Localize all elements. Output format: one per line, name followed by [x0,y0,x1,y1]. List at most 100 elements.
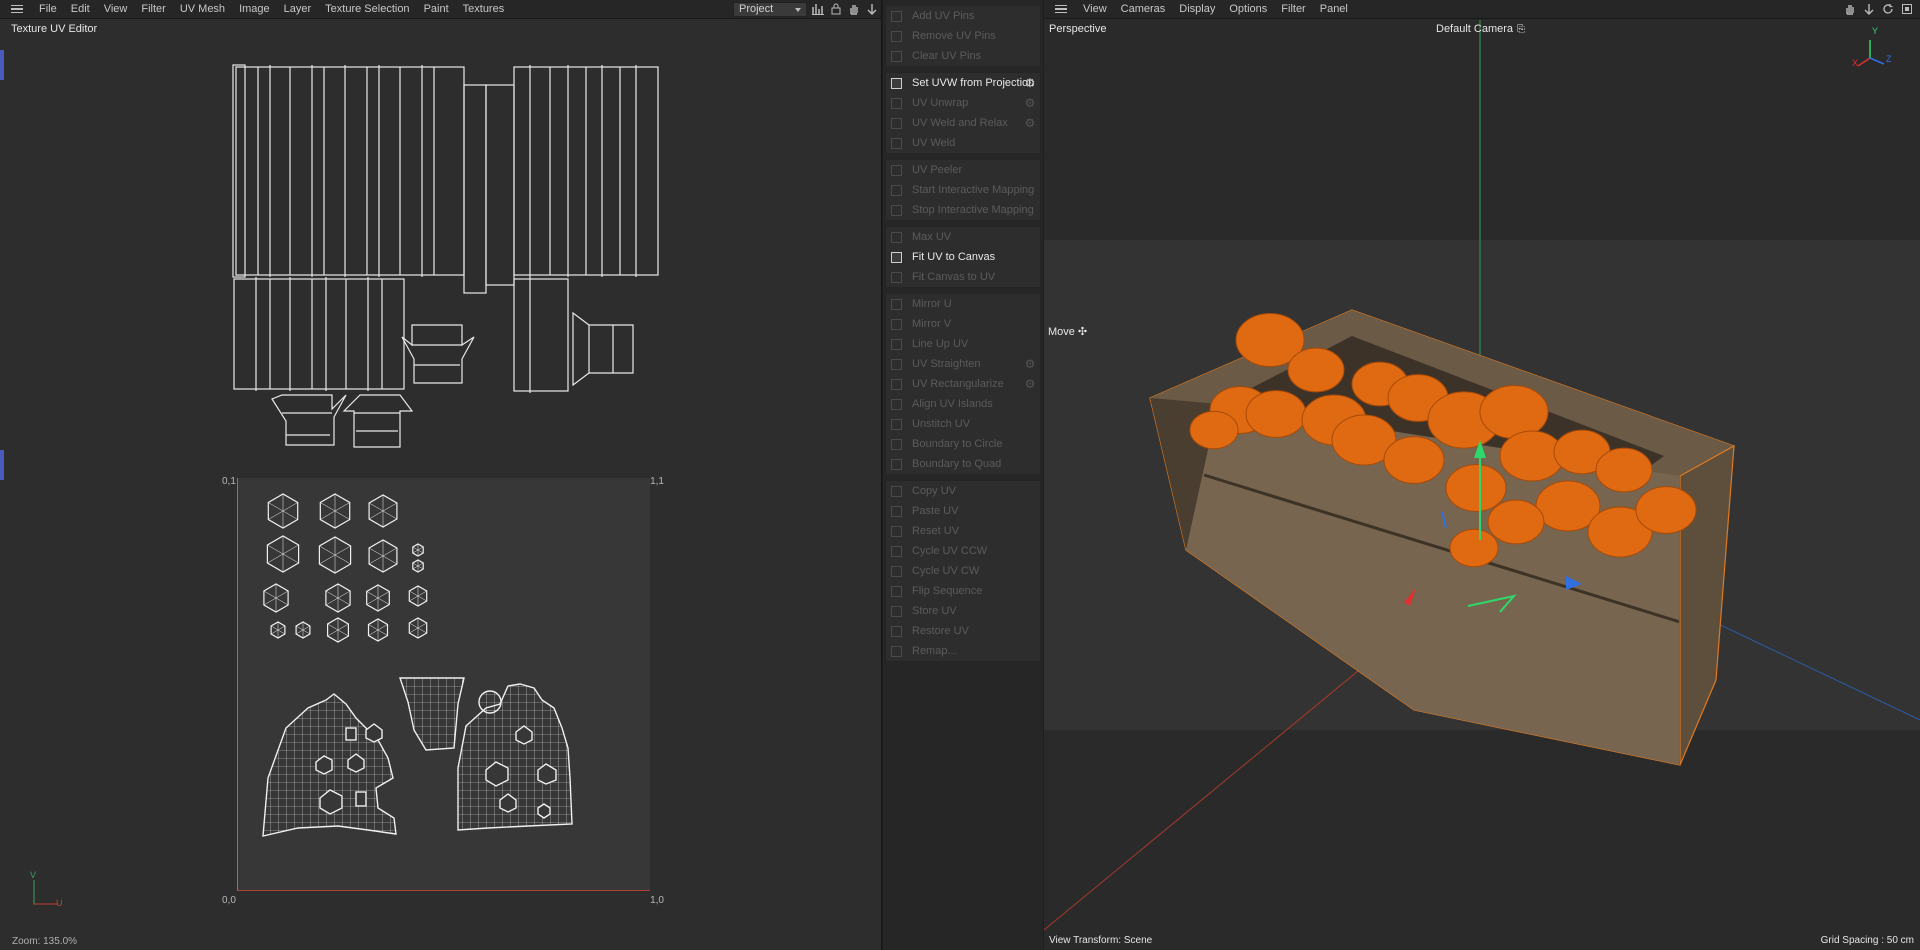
viewport-menu-display[interactable]: Display [1172,0,1222,19]
uv-island-edge [382,547,398,557]
uv-island-edge [282,544,299,555]
uv-canvas-frame[interactable]: 0,1 1,1 0,0 1,0 [222,476,664,906]
tool-icon [891,137,902,149]
viewport-mode[interactable]: Perspective [1049,23,1106,35]
hamburger-menu-icon[interactable] [1052,0,1070,19]
move-icon[interactable] [1862,2,1876,16]
gear-icon[interactable]: ⚙ [1024,358,1036,370]
fruit [1245,390,1307,438]
viewport-scene[interactable] [1044,0,1920,950]
lock-icon[interactable] [829,2,843,16]
uv-island-edge [409,622,419,629]
uv-island-edge [368,555,384,565]
tool-flip-sequence[interactable]: Flip Sequence [886,581,1040,601]
viewport-menu-panel[interactable]: Panel [1313,0,1355,19]
tool-mirror-u[interactable]: Mirror U [886,294,1040,314]
fruit [1449,528,1499,568]
viewport-panel[interactable]: View Cameras Display Options Filter Panel Per… [1044,0,1920,950]
tool-reset-uv[interactable]: Reset UV [886,521,1040,541]
tool-boundary-to-quad[interactable]: Boundary to Quad [886,454,1040,474]
viewport-menu-options[interactable]: Options [1222,0,1274,19]
tool-uv-weld[interactable]: UV Weld [886,133,1040,153]
side-tab[interactable] [0,50,4,80]
tool-copy-uv[interactable]: Copy UV [886,481,1040,501]
move-tool-icon: ✣ [1077,326,1088,338]
tool-stop-interactive-mapping[interactable]: Stop Interactive Mapping [886,200,1040,220]
grid-spacing: Grid Spacing : 50 cm [1820,935,1914,946]
tool-remap[interactable]: Remap... [886,641,1040,661]
tool-restore-uv[interactable]: Restore UV [886,621,1040,641]
tool-label: UV Weld [912,137,956,149]
tool-uv-unwrap[interactable]: UV Unwrap ⚙ [886,93,1040,113]
tool-set-uvw-from-projection[interactable]: Set UVW from Projection ⚙ [886,73,1040,93]
tool-cycle-uv-ccw[interactable]: Cycle UV CCW [886,541,1040,561]
tool-label: UV Unwrap [912,97,969,109]
tool-max-uv[interactable]: Max UV [886,227,1040,247]
menu-view[interactable]: View [97,0,135,19]
maximize-icon[interactable] [1900,2,1914,16]
zoom-status: Zoom: 135.0% [12,936,78,947]
tool-cycle-uv-cw[interactable]: Cycle UV CW [886,561,1040,581]
tool-label: Max UV [912,231,952,243]
side-tab[interactable] [0,450,4,480]
menu-uv-mesh[interactable]: UV Mesh [173,0,232,19]
menu-image[interactable]: Image [232,0,277,19]
tool-unstitch-uv[interactable]: Unstitch UV [886,414,1040,434]
camera-selector[interactable]: Default Camera ⎘ [1436,23,1525,35]
hamburger-menu-icon[interactable] [8,0,26,19]
tool-label: Restore UV [912,625,969,637]
tool-icon [891,204,902,216]
tool-uv-weld-and-relax[interactable]: UV Weld and Relax ⚙ [886,113,1040,133]
uv-island-edge [327,629,339,637]
gear-icon[interactable]: ⚙ [1024,97,1036,109]
menu-edit[interactable]: Edit [64,0,97,19]
tool-add-uv-pins[interactable]: Add UV Pins [886,6,1040,26]
tool-align-uv-islands[interactable]: Align UV Islands [886,394,1040,414]
histogram-icon[interactable] [811,2,825,16]
gear-icon[interactable]: ⚙ [1024,77,1036,89]
uv-island-edge [412,546,419,551]
hand-icon[interactable] [847,2,861,16]
tool-remove-uv-pins[interactable]: Remove UV Pins [886,26,1040,46]
uv-island-edge [412,565,419,570]
uv-island-edge [325,597,339,606]
menu-filter[interactable]: Filter [134,0,172,19]
gear-icon[interactable]: ⚙ [1024,117,1036,129]
view-transform: View Transform: Scene [1049,935,1153,946]
uv-islands-crate[interactable] [230,55,660,455]
tool-icon [891,398,902,410]
tool-start-interactive-mapping[interactable]: Start Interactive Mapping [886,180,1040,200]
viewport-menu-view[interactable]: View [1076,0,1114,19]
uv-island-edge [295,625,304,631]
uv-islands-fruit[interactable] [238,478,651,891]
tool-fit-uv-to-canvas[interactable]: Fit UV to Canvas [886,247,1040,267]
tool-label: Remap... [912,645,957,657]
tool-icon [891,271,902,283]
tool-label: Paste UV [912,505,959,517]
tool-label: Cycle UV CW [912,565,980,577]
tool-uv-straighten[interactable]: UV Straighten ⚙ [886,354,1040,374]
tool-boundary-to-circle[interactable]: Boundary to Circle [886,434,1040,454]
tool-line-up-uv[interactable]: Line Up UV [886,334,1040,354]
tool-paste-uv[interactable]: Paste UV [886,501,1040,521]
tool-clear-uv-pins[interactable]: Clear UV Pins [886,46,1040,66]
tool-uv-peeler[interactable]: UV Peeler [886,160,1040,180]
tool-store-uv[interactable]: Store UV [886,601,1040,621]
viewport-menu-filter[interactable]: Filter [1274,0,1312,19]
menu-paint[interactable]: Paint [417,0,456,19]
project-select[interactable]: Project [733,2,807,17]
menu-layer[interactable]: Layer [277,0,319,19]
move-icon[interactable] [865,2,879,16]
rotate-icon[interactable] [1881,2,1895,16]
tool-fit-canvas-to-uv[interactable]: Fit Canvas to UV [886,267,1040,287]
uv-island-edge [417,562,424,567]
menu-textures[interactable]: Textures [456,0,512,19]
tool-mirror-v[interactable]: Mirror V [886,314,1040,334]
hand-icon[interactable] [1843,2,1857,16]
menu-texture-selection[interactable]: Texture Selection [318,0,416,19]
fruit [1479,384,1549,440]
menu-file[interactable]: File [32,0,64,19]
tool-uv-rectangularize[interactable]: UV Rectangularize ⚙ [886,374,1040,394]
viewport-menu-cameras[interactable]: Cameras [1114,0,1173,19]
gear-icon[interactable]: ⚙ [1024,378,1036,390]
